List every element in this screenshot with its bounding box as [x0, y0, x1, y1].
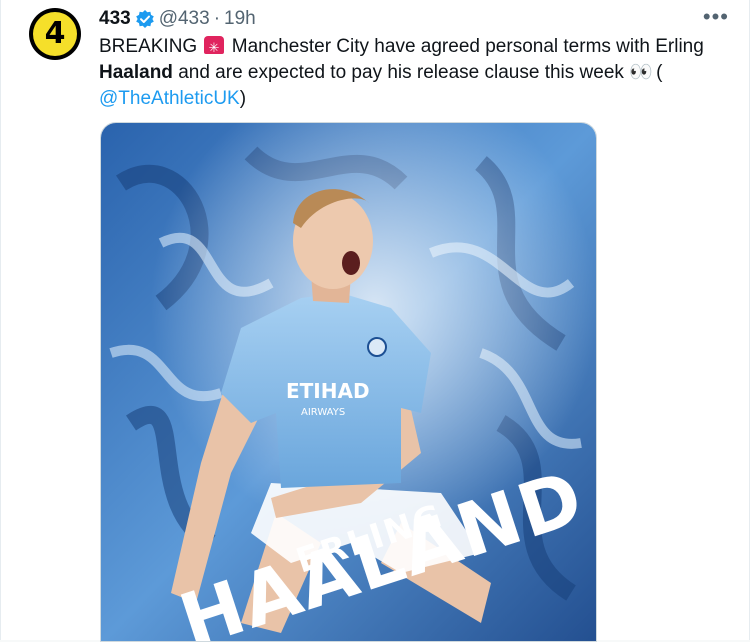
tweet-card[interactable]: 4 433 @433 · 19h ••• BREAKING Manchester…: [0, 0, 750, 642]
text-body-2: and are expected to pay his release clau…: [172, 62, 630, 83]
avatar[interactable]: 4: [29, 8, 81, 60]
shirt-sponsor-top: ETIHAD: [286, 379, 370, 403]
tweet-header: 433 @433 · 19h: [99, 8, 256, 30]
author-name[interactable]: 433: [99, 8, 131, 30]
separator-dot: ·: [213, 8, 221, 29]
siren-emoji-icon: [204, 35, 225, 61]
text-bold-name: Haaland: [99, 62, 173, 83]
more-options-icon[interactable]: •••: [703, 4, 729, 30]
text-breaking: BREAKING: [99, 36, 198, 57]
timestamp[interactable]: 19h: [224, 8, 256, 30]
text-body-1: Manchester City have agreed personal ter…: [231, 36, 704, 57]
tweet-text: BREAKING Manchester City have agreed per…: [99, 34, 719, 112]
author-handle[interactable]: @433: [159, 8, 210, 30]
text-paren-open: (: [650, 62, 663, 83]
eyes-emoji-icon: 👀: [629, 62, 653, 83]
poster-graphic: ETIHAD AIRWAYS ERLING HAALAND: [101, 123, 596, 641]
verified-badge-icon: [135, 9, 155, 29]
mention-link[interactable]: @TheAthleticUK: [99, 88, 240, 109]
text-paren-close: ): [239, 88, 247, 109]
shirt-sponsor-bottom: AIRWAYS: [301, 407, 345, 418]
tweet-image[interactable]: ETIHAD AIRWAYS ERLING HAALAND: [100, 122, 597, 642]
avatar-logo: 4: [33, 12, 77, 56]
